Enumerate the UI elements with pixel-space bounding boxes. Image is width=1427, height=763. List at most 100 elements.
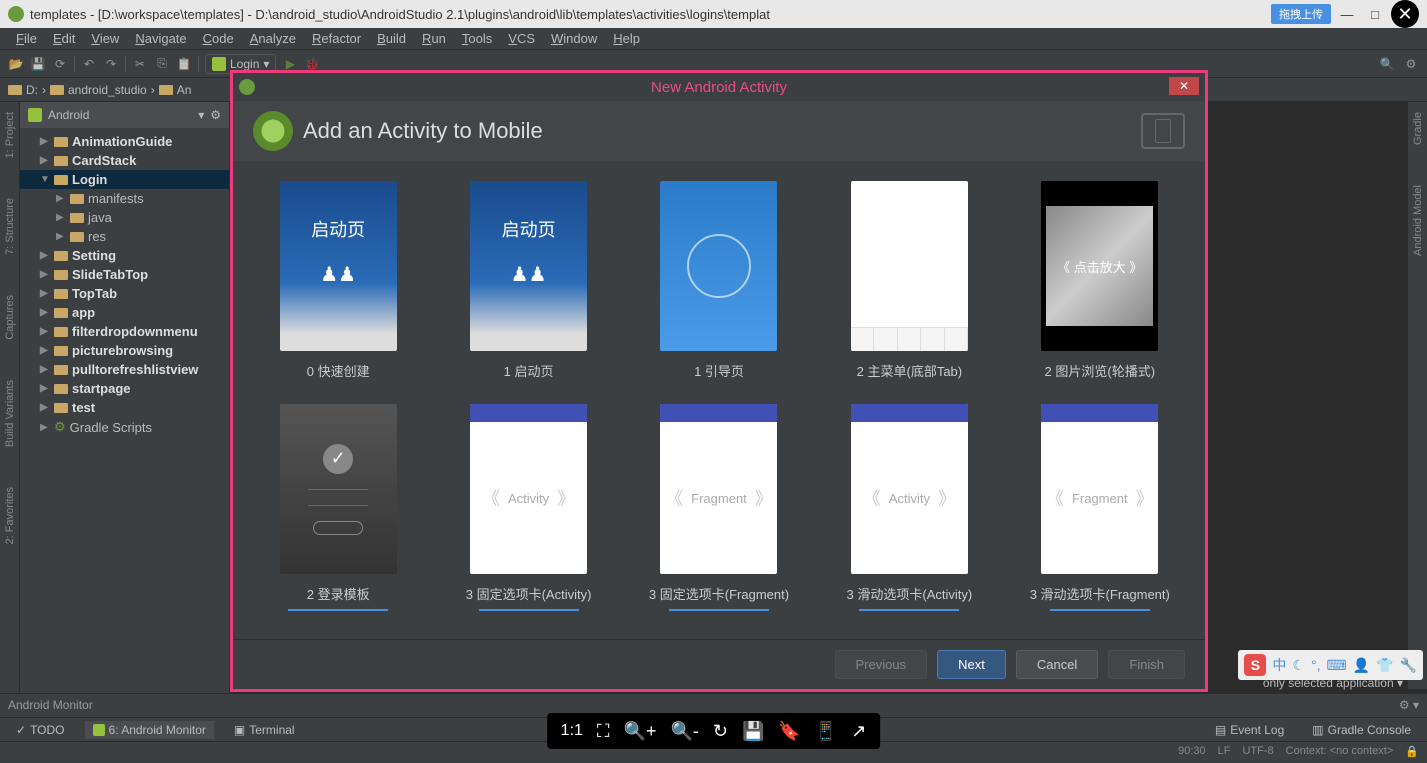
terminal-tab[interactable]: ▣ Terminal: [226, 721, 303, 739]
tree-item-res[interactable]: ▶res: [20, 227, 229, 246]
sogou-icon[interactable]: S: [1244, 654, 1266, 676]
menu-vcs[interactable]: VCS: [500, 29, 543, 48]
close-button[interactable]: ✕: [1391, 0, 1419, 28]
template-card[interactable]: 《 Fragment 》3 滑动选项卡(Fragment): [1025, 404, 1175, 611]
search-icon[interactable]: 🔍: [1379, 56, 1395, 72]
upload-tag[interactable]: 拖拽上传: [1271, 4, 1331, 24]
menu-refactor[interactable]: Refactor: [304, 29, 369, 48]
strip----project[interactable]: 1: Project: [4, 112, 16, 158]
context-label[interactable]: Context: <no context>: [1286, 745, 1394, 758]
sync-icon[interactable]: ⟳: [52, 56, 68, 72]
menu-code[interactable]: Code: [195, 29, 242, 48]
tree-item-animationguide[interactable]: ▶AnimationGuide: [20, 132, 229, 151]
project-header[interactable]: Android ▾ ⚙: [20, 102, 229, 128]
template-card[interactable]: 《 Activity 》3 滑动选项卡(Activity): [834, 404, 984, 611]
ime-shirt-icon[interactable]: 👕: [1376, 657, 1393, 674]
ime-person-icon[interactable]: 👤: [1353, 657, 1370, 674]
menu-analyze[interactable]: Analyze: [242, 29, 304, 48]
template-card[interactable]: ✓2 登录模板: [263, 404, 413, 611]
menu-file[interactable]: File: [8, 29, 45, 48]
tree-item-filterdropdownmenu[interactable]: ▶filterdropdownmenu: [20, 322, 229, 341]
settings-icon[interactable]: ⚙: [1403, 56, 1419, 72]
open-icon[interactable]: 📂: [8, 56, 24, 72]
menu-window[interactable]: Window: [543, 29, 605, 48]
tree-item-cardstack[interactable]: ▶CardStack: [20, 151, 229, 170]
gradle-console-tab[interactable]: ▥ Gradle Console: [1304, 721, 1419, 739]
template-card[interactable]: 启动页♟♟1 启动页: [453, 181, 603, 380]
tree-item-app[interactable]: ▶app: [20, 303, 229, 322]
paste-icon[interactable]: 📋: [176, 56, 192, 72]
strip----favorites[interactable]: 2: Favorites: [4, 487, 16, 544]
ime-keyboard-icon[interactable]: ⌨: [1326, 657, 1346, 674]
previous-button[interactable]: Previous: [835, 650, 928, 679]
breadcrumb-item[interactable]: android_studio: [50, 83, 147, 97]
tree-item-setting[interactable]: ▶Setting: [20, 246, 229, 265]
bookmark-icon[interactable]: 🔖: [778, 721, 800, 742]
zoom-ratio: 1:1: [561, 722, 583, 740]
dialog-close-button[interactable]: ✕: [1169, 77, 1199, 95]
minimize-button[interactable]: —: [1335, 4, 1359, 24]
menu-run[interactable]: Run: [414, 29, 454, 48]
menu-help[interactable]: Help: [605, 29, 648, 48]
menu-view[interactable]: View: [83, 29, 127, 48]
tree-item-toptab[interactable]: ▶TopTab: [20, 284, 229, 303]
gear-icon[interactable]: ⚙ ▾: [1399, 698, 1419, 712]
tree-item-pulltorefreshlistview[interactable]: ▶pulltorefreshlistview: [20, 360, 229, 379]
ime-wrench-icon[interactable]: 🔧: [1400, 657, 1417, 674]
copy-icon[interactable]: ⎘: [154, 56, 170, 72]
separator: [74, 56, 75, 72]
breadcrumb-item[interactable]: D:: [8, 83, 38, 97]
template-card[interactable]: 《 点击放大 》2 图片浏览(轮播式): [1025, 181, 1175, 380]
menu-edit[interactable]: Edit: [45, 29, 83, 48]
ime-lang[interactable]: 中: [1272, 655, 1286, 675]
tree-item-gradle scripts[interactable]: ▶⚙Gradle Scripts: [20, 417, 229, 437]
android-monitor-tab[interactable]: 6: Android Monitor: [85, 721, 214, 739]
template-card[interactable]: 启动页♟♟0 快速创建: [263, 181, 413, 380]
redo-icon[interactable]: ↷: [103, 56, 119, 72]
share-icon[interactable]: ↗: [851, 721, 866, 742]
strip-build-variants[interactable]: Build Variants: [4, 380, 16, 447]
tree-item-startpage[interactable]: ▶startpage: [20, 379, 229, 398]
save-icon[interactable]: 💾: [30, 56, 46, 72]
menu-navigate[interactable]: Navigate: [127, 29, 194, 48]
gear-icon[interactable]: ⚙: [210, 108, 221, 122]
zoom-out-icon[interactable]: 🔍-: [670, 721, 698, 742]
template-card[interactable]: 1 引导页: [644, 181, 794, 380]
tree-item-picturebrowsing[interactable]: ▶picturebrowsing: [20, 341, 229, 360]
template-card[interactable]: 《 Activity 》3 固定选项卡(Activity): [453, 404, 603, 611]
line-ending[interactable]: LF: [1218, 745, 1231, 758]
tree-item-java[interactable]: ▶java: [20, 208, 229, 227]
strip-captures[interactable]: Captures: [4, 295, 16, 340]
new-activity-dialog: New Android Activity ✕ Add an Activity t…: [230, 70, 1208, 692]
strip-gradle[interactable]: Gradle: [1412, 112, 1424, 145]
template-card[interactable]: 2 主菜单(底部Tab): [834, 181, 984, 380]
cut-icon[interactable]: ✂: [132, 56, 148, 72]
cancel-button[interactable]: Cancel: [1016, 650, 1098, 679]
menu-build[interactable]: Build: [369, 29, 414, 48]
strip----structure[interactable]: 7: Structure: [4, 198, 16, 255]
finish-button[interactable]: Finish: [1108, 650, 1185, 679]
lock-icon[interactable]: 🔒: [1405, 745, 1419, 758]
rotate-icon[interactable]: ↻: [713, 721, 728, 742]
tree-item-test[interactable]: ▶test: [20, 398, 229, 417]
menu-tools[interactable]: Tools: [454, 29, 500, 48]
phone-icon[interactable]: 📱: [815, 721, 837, 742]
tree-item-login[interactable]: ▼Login: [20, 170, 229, 189]
breadcrumb-item[interactable]: An: [159, 83, 192, 97]
ime-punct-icon[interactable]: °,: [1311, 657, 1321, 673]
event-log-tab[interactable]: ▤ Event Log: [1207, 721, 1292, 739]
app-icon: [8, 6, 24, 22]
tree-item-manifests[interactable]: ▶manifests: [20, 189, 229, 208]
strip-android-model[interactable]: Android Model: [1412, 185, 1424, 256]
ime-moon-icon[interactable]: ☾: [1292, 657, 1305, 674]
file-encoding[interactable]: UTF-8: [1242, 745, 1273, 758]
maximize-button[interactable]: □: [1363, 4, 1387, 24]
undo-icon[interactable]: ↶: [81, 56, 97, 72]
template-card[interactable]: 《 Fragment 》3 固定选项卡(Fragment): [644, 404, 794, 611]
zoom-in-icon[interactable]: 🔍+: [624, 721, 657, 742]
next-button[interactable]: Next: [937, 650, 1006, 679]
fit-icon[interactable]: ⛶: [597, 721, 610, 742]
save-icon[interactable]: 💾: [742, 721, 764, 742]
tree-item-slidetabtop[interactable]: ▶SlideTabTop: [20, 265, 229, 284]
todo-tab[interactable]: ✓ TODO: [8, 721, 73, 739]
